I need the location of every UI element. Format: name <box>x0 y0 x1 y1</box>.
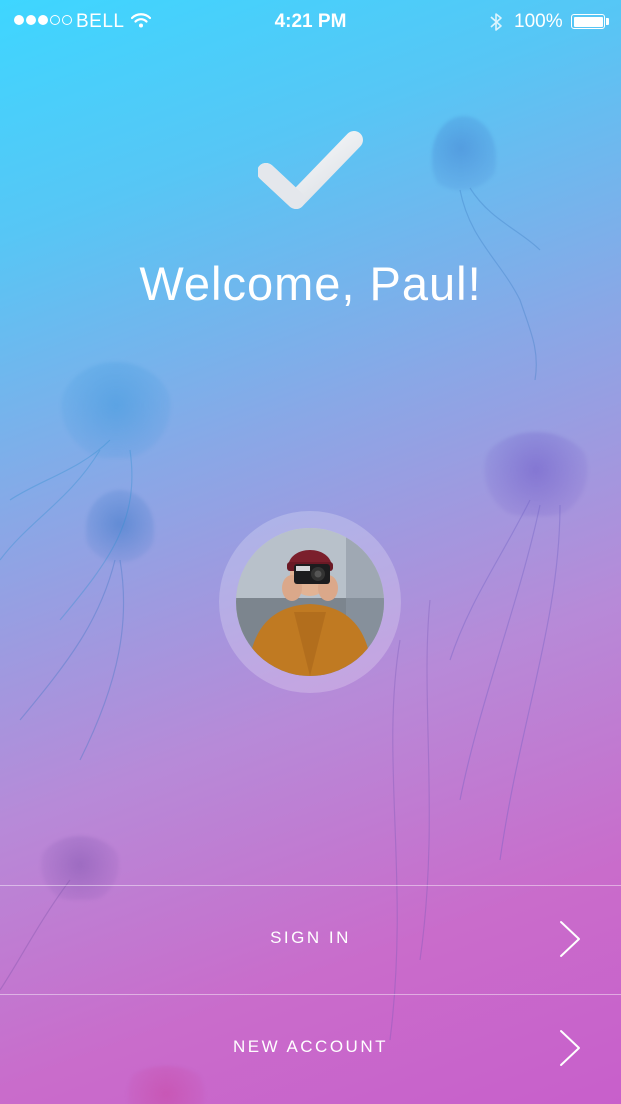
avatar[interactable] <box>236 528 384 676</box>
avatar-photo <box>236 528 384 676</box>
battery-level <box>573 16 603 27</box>
checkmark-icon <box>258 131 363 209</box>
status-bar: BELL 4:21 PM 100% <box>0 0 621 44</box>
new-account-button[interactable]: NEW ACCOUNT <box>0 995 621 1103</box>
welcome-screen: BELL 4:21 PM 100% Welcome, Paul! SIGN IN… <box>0 0 621 1104</box>
chevron-right-icon <box>560 921 580 957</box>
battery-percentage: 100% <box>514 11 563 32</box>
new-account-label: NEW ACCOUNT <box>233 1037 388 1056</box>
jellyfish-decoration <box>60 362 172 458</box>
bluetooth-icon <box>490 13 502 31</box>
jellyfish-decoration <box>86 490 154 566</box>
welcome-title: Welcome, Paul! <box>139 257 482 310</box>
battery-icon <box>571 14 605 29</box>
sign-in-button[interactable]: SIGN IN <box>0 886 621 994</box>
jellyfish-decoration <box>432 116 496 196</box>
sign-in-label: SIGN IN <box>270 928 351 947</box>
battery-tip <box>606 18 609 25</box>
chevron-right-icon <box>560 1030 580 1066</box>
jellyfish-decoration <box>480 432 592 516</box>
